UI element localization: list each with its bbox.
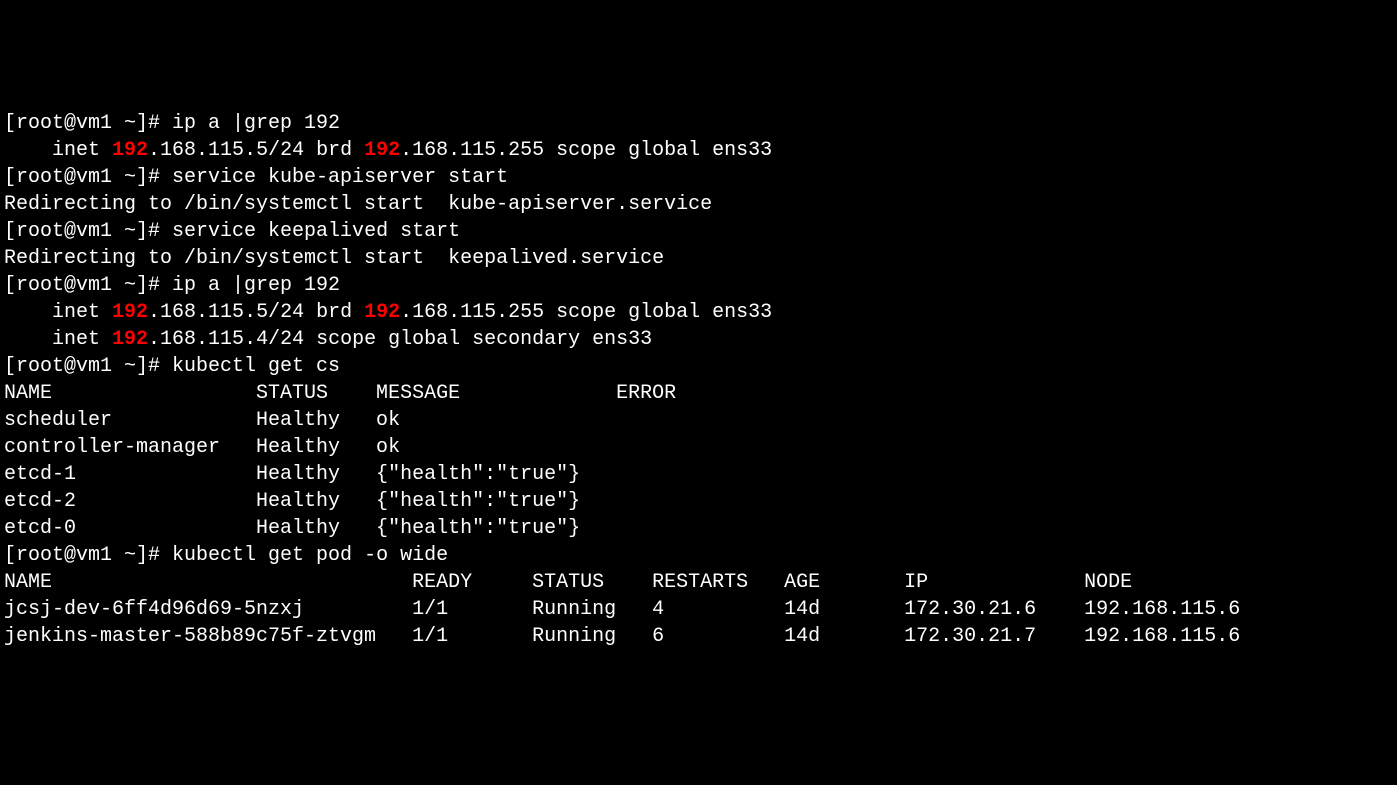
command-text: ip a |grep 192 [172,274,340,297]
table-row: etcd-1 Healthy {"health":"true"} [4,461,1393,488]
grep-match: 192 [112,328,148,351]
terminal-output[interactable]: [root@vm1 ~]# ip a |grep 192 inet 192.16… [4,110,1393,650]
prompt-line: [root@vm1 ~]# ip a |grep 192 [4,272,1393,299]
shell-prompt: [root@vm1 ~]# [4,166,172,189]
shell-prompt: [root@vm1 ~]# [4,274,172,297]
prompt-line: [root@vm1 ~]# kubectl get cs [4,353,1393,380]
command-text: kubectl get cs [172,355,340,378]
table-row: scheduler Healthy ok [4,407,1393,434]
table-row: etcd-0 Healthy {"health":"true"} [4,515,1393,542]
command-text: ip a |grep 192 [172,112,340,135]
command-text: kubectl get pod -o wide [172,544,448,567]
table-row: controller-manager Healthy ok [4,434,1393,461]
command-text: service keepalived start [172,220,460,243]
prompt-line: [root@vm1 ~]# ip a |grep 192 [4,110,1393,137]
table-row: jcsj-dev-6ff4d96d69-5nzxj 1/1 Running 4 … [4,596,1393,623]
prompt-line: [root@vm1 ~]# service keepalived start [4,218,1393,245]
shell-prompt: [root@vm1 ~]# [4,355,172,378]
grep-match: 192 [364,301,400,324]
output-line: inet 192.168.115.5/24 brd 192.168.115.25… [4,299,1393,326]
shell-prompt: [root@vm1 ~]# [4,544,172,567]
grep-match: 192 [112,139,148,162]
grep-match: 192 [112,301,148,324]
prompt-line: [root@vm1 ~]# kubectl get pod -o wide [4,542,1393,569]
output-line: Redirecting to /bin/systemctl start kube… [4,191,1393,218]
output-line: inet 192.168.115.4/24 scope global secon… [4,326,1393,353]
command-text: service kube-apiserver start [172,166,508,189]
prompt-line: [root@vm1 ~]# service kube-apiserver sta… [4,164,1393,191]
table-header: NAME STATUS MESSAGE ERROR [4,380,1393,407]
table-header: NAME READY STATUS RESTARTS AGE IP NODE [4,569,1393,596]
shell-prompt: [root@vm1 ~]# [4,220,172,243]
table-row: jenkins-master-588b89c75f-ztvgm 1/1 Runn… [4,623,1393,650]
output-line: Redirecting to /bin/systemctl start keep… [4,245,1393,272]
grep-match: 192 [364,139,400,162]
table-row: etcd-2 Healthy {"health":"true"} [4,488,1393,515]
shell-prompt: [root@vm1 ~]# [4,112,172,135]
output-line: inet 192.168.115.5/24 brd 192.168.115.25… [4,137,1393,164]
